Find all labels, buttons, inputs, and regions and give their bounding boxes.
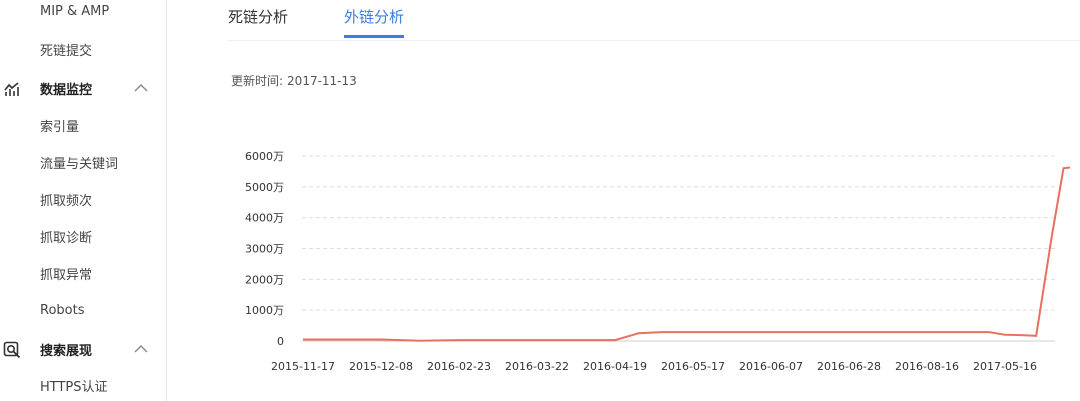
x-tick-label: 2016-08-16 <box>895 360 959 373</box>
tab-dead-link-analysis[interactable]: 死链分析 <box>228 8 288 38</box>
tab-external-link-analysis[interactable]: 外链分析 <box>344 8 404 38</box>
x-axis: 2015-11-17 2015-12-08 2016-02-23 2016-03-22… <box>271 360 1037 373</box>
sidebar: MIP & AMP 死链提交 数据监控 索引量 流量与关键词 抓取频次 抓取诊断… <box>0 0 167 401</box>
sidebar-item-crawl-errors[interactable]: 抓取异常 <box>0 258 166 288</box>
x-tick-label: 2016-05-17 <box>661 360 725 373</box>
x-tick-label: 2017-05-16 <box>973 360 1037 373</box>
active-tab-indicator <box>344 35 404 38</box>
sidebar-group-label: 数据监控 <box>40 82 93 98</box>
external-links-line-chart: 0 1000万 2000万 3000万 4000万 5000万 6000万 2015-11-… <box>245 150 1070 373</box>
chart-grid <box>302 155 1055 342</box>
x-tick-label: 2016-06-07 <box>739 360 803 373</box>
y-tick-label: 3000万 <box>245 243 284 256</box>
x-tick-label: 2016-03-22 <box>505 360 569 373</box>
sidebar-item-label: MIP & AMP <box>40 3 110 19</box>
y-tick-label: 6000万 <box>245 150 284 163</box>
sidebar-item-label: 抓取诊断 <box>40 230 93 246</box>
sidebar-item-https-cert[interactable]: HTTPS认证 <box>0 370 166 400</box>
sidebar-item-label: 抓取异常 <box>40 267 93 283</box>
x-tick-label: 2016-04-19 <box>583 360 647 373</box>
sidebar-item-label: HTTPS认证 <box>40 379 108 395</box>
sidebar-item-label: 死链提交 <box>40 43 93 59</box>
y-axis: 0 1000万 2000万 3000万 4000万 5000万 6000万 <box>245 150 284 348</box>
sidebar-item-label: 流量与关键词 <box>40 156 119 172</box>
x-tick-label: 2016-06-28 <box>817 360 881 373</box>
chevron-up-icon[interactable] <box>133 343 149 355</box>
update-time: 更新时间: 2017-11-13 <box>231 72 361 89</box>
x-tick-label: 2016-02-23 <box>427 360 491 373</box>
sidebar-item-crawl-frequency[interactable]: 抓取频次 <box>0 184 166 214</box>
series-line <box>303 166 1070 342</box>
line-chart-icon <box>4 82 19 96</box>
x-tick-label: 2015-12-08 <box>349 360 413 373</box>
sidebar-item-robots[interactable]: Robots <box>0 295 166 325</box>
chevron-up-icon[interactable] <box>133 82 149 94</box>
y-tick-label: 2000万 <box>245 273 284 286</box>
tab-bar: 死链分析 外链分析 <box>228 0 1080 41</box>
sidebar-group-data-monitor[interactable]: 数据监控 <box>0 73 166 103</box>
update-time-label: 更新时间: <box>231 74 284 88</box>
x-tick-label: 2015-11-17 <box>271 360 335 373</box>
sidebar-item-crawl-diagnosis[interactable]: 抓取诊断 <box>0 221 166 251</box>
sidebar-item-traffic-keywords[interactable]: 流量与关键词 <box>0 147 166 177</box>
search-magnifier-icon <box>3 341 21 359</box>
sidebar-item-index-volume[interactable]: 索引量 <box>0 110 166 140</box>
y-tick-label: 1000万 <box>245 304 284 317</box>
sidebar-group-search-display[interactable]: 搜索展现 <box>0 334 166 364</box>
y-tick-label: 4000万 <box>245 212 284 225</box>
update-time-value: 2017-11-13 <box>287 74 357 88</box>
sidebar-group-label: 搜索展现 <box>40 343 93 359</box>
sidebar-item-label: 抓取频次 <box>40 193 93 209</box>
sidebar-item-label: Robots <box>40 302 85 318</box>
sidebar-item-dead-link-submit[interactable]: 死链提交 <box>0 34 166 64</box>
sidebar-item-label: 索引量 <box>40 119 80 135</box>
y-tick-label: 0 <box>277 335 284 348</box>
sidebar-item-mip-amp[interactable]: MIP & AMP <box>0 0 166 26</box>
y-tick-label: 5000万 <box>245 181 284 194</box>
